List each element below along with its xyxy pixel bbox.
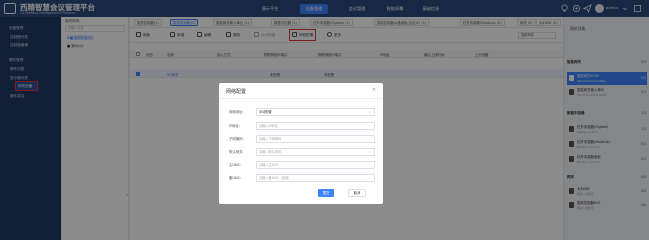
network-mode-label: 网络地址: [229,110,244,114]
subnet-input[interactable]: 请输入子网掩码 [256,135,375,143]
subnet-label: 子网掩码: [229,137,244,141]
gateway-input[interactable]: 请输入默认网关 [256,148,375,156]
gateway-label: 默认网关: [229,150,244,154]
ip-input[interactable]: 请输入IP地址 [256,122,375,130]
chevron-down-icon: ⌄ [368,110,371,114]
submit-button[interactable]: 提交 [318,189,334,197]
close-icon[interactable]: × [372,87,376,93]
primary-dns-input[interactable]: 请输入主DNS [256,161,375,169]
dialog-title: 网络配置 [226,89,247,95]
dialog-divider [219,98,383,99]
secondary-dns-input[interactable]: 请输入备DNS（选填） [256,174,375,182]
secondary-dns-label: 备DNS: [229,176,241,180]
primary-dns-label: 主DNS: [229,163,241,167]
network-config-dialog: 网络配置 × 网络地址: 手动配置 ⌄ IP地址: 请输入IP地址 子网掩码: 请… [219,83,383,204]
cancel-button[interactable]: 取消 [348,189,366,197]
network-mode-value: 手动配置 [259,110,272,114]
ip-label: IP地址: [229,124,240,128]
network-mode-select[interactable]: 手动配置 ⌄ [256,108,375,116]
